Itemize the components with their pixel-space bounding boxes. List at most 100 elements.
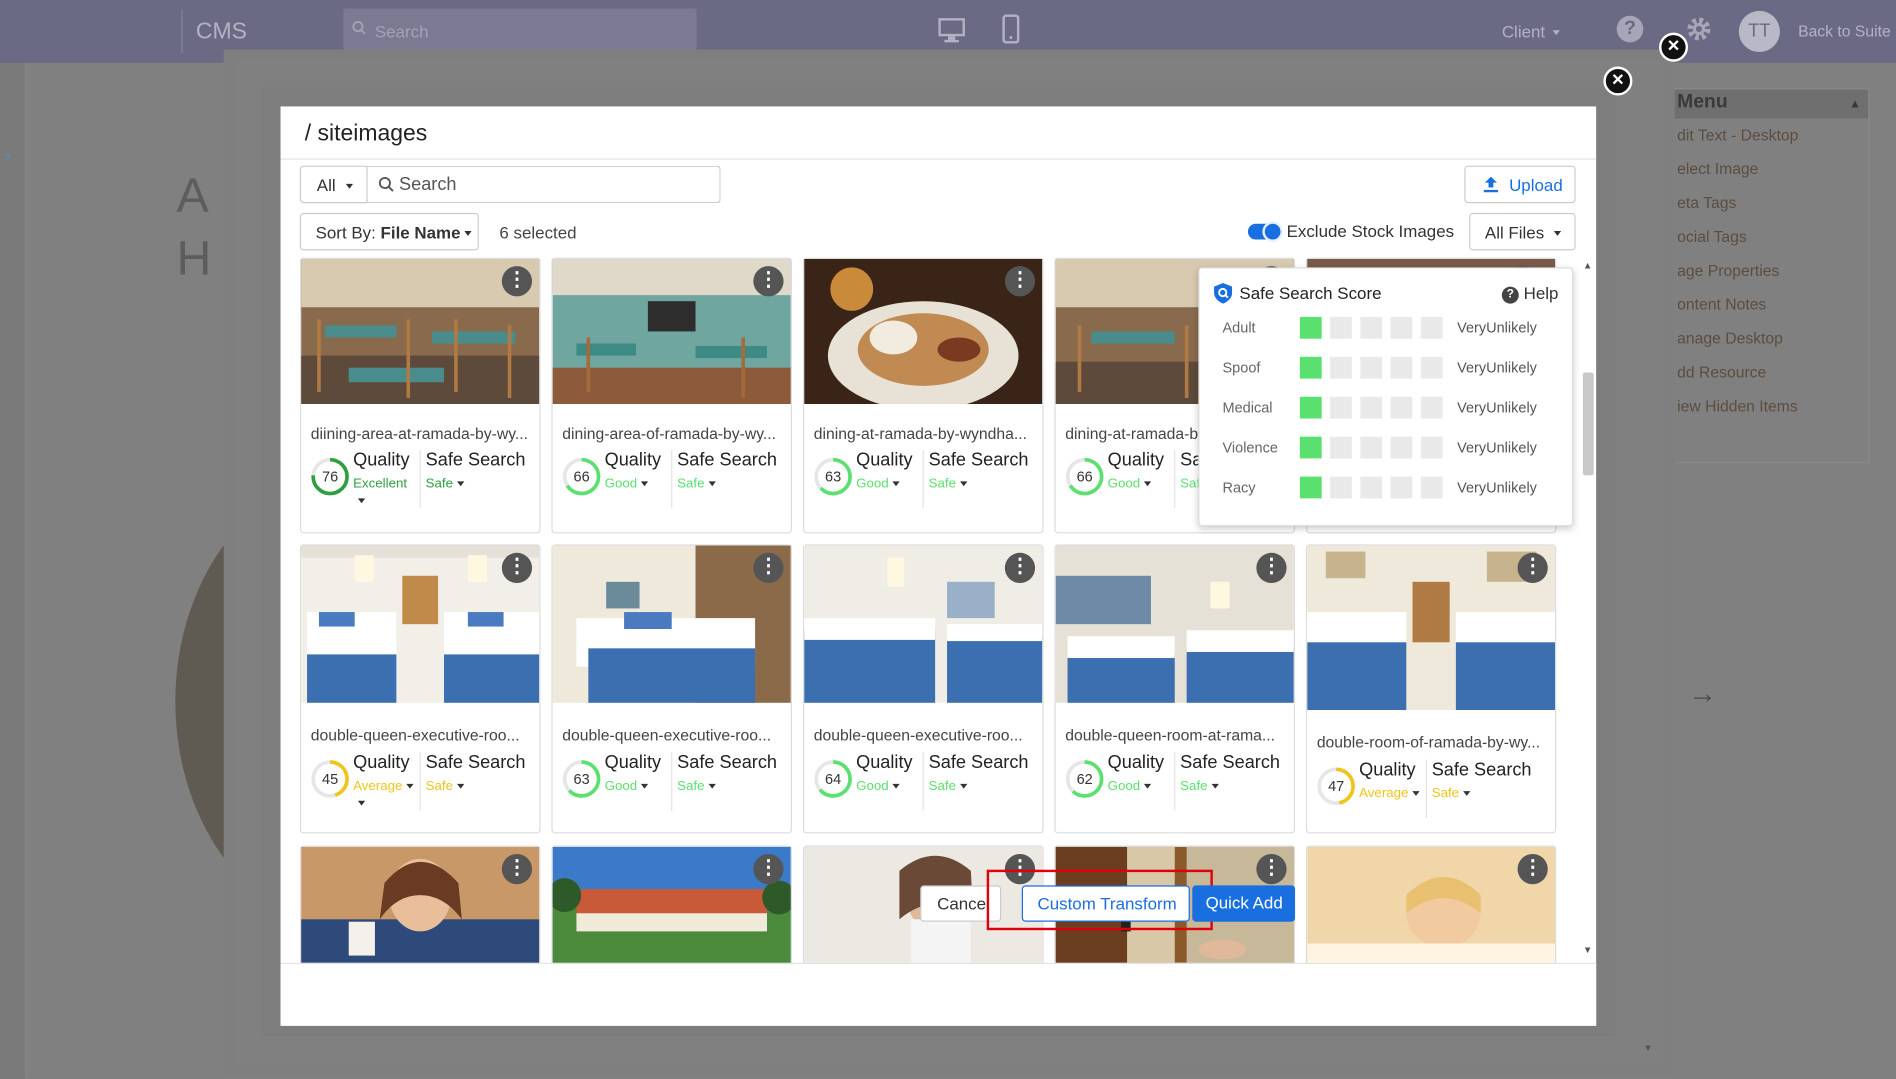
help-icon[interactable]: ?: [1616, 15, 1644, 43]
safe-search-value-dropdown[interactable]: Safe: [1180, 779, 1219, 793]
quality-value-dropdown[interactable]: Good: [1108, 477, 1152, 491]
all-files-dropdown[interactable]: All Files: [1469, 212, 1576, 251]
more-options-icon[interactable]: ⋮: [501, 853, 533, 885]
divider: [1425, 759, 1427, 818]
likelihood-level-cell: [1330, 356, 1352, 379]
chevron-down-icon[interactable]: [357, 498, 366, 504]
safe-search-value-dropdown[interactable]: Safe: [677, 477, 716, 491]
scroll-down-icon[interactable]: ▼: [1583, 945, 1593, 956]
avatar[interactable]: TT: [1738, 10, 1780, 53]
edit-modal-scrollbar[interactable]: ▼: [1642, 60, 1657, 1064]
more-options-icon[interactable]: ⋮: [753, 266, 784, 297]
right-menu-header[interactable]: Menu ▲: [1669, 89, 1869, 119]
client-dropdown[interactable]: Client: [1502, 22, 1560, 41]
quality-value-dropdown[interactable]: Excellent: [353, 477, 407, 492]
image-card[interactable]: ⋮ double-queen-room-at-rama... 62 Quality Go…: [1054, 544, 1296, 834]
quality-score: 62: [1076, 770, 1093, 788]
image-search-input[interactable]: Search: [367, 165, 721, 204]
gear-icon[interactable]: [1686, 16, 1713, 43]
right-menu-item[interactable]: ontent Notes: [1670, 288, 1868, 322]
likelihood-level-cell: [1299, 356, 1322, 379]
close-edit-modal-button[interactable]: ×: [1659, 32, 1689, 62]
image-card[interactable]: ⋮ dining-area-of-ramada-by-wy... 66 Quality…: [551, 257, 793, 534]
safe-search-likelihood: VeryUnlikely: [1457, 399, 1537, 417]
more-options-icon[interactable]: ⋮: [501, 552, 533, 584]
image-card[interactable]: ⋮ double-queen-executive-roo... 63 Quality G…: [551, 544, 793, 834]
safe-search-value-dropdown[interactable]: Safe: [426, 477, 464, 491]
safe-search-value-dropdown[interactable]: Safe: [677, 779, 716, 793]
safe-search-popover: Safe Search Score ? Help Adult VeryUnlikel…: [1198, 267, 1574, 527]
quality-value-dropdown[interactable]: Good: [856, 477, 900, 491]
safe-search-value-dropdown[interactable]: Safe: [1432, 786, 1470, 801]
safe-search-label: Safe Search: [1180, 752, 1281, 773]
quality-score-ring: 47: [1317, 767, 1356, 806]
image-card[interactable]: ⋮ double-queen-executive-roo... 64 Quality G…: [802, 544, 1044, 834]
right-menu-item[interactable]: anage Desktop: [1670, 322, 1868, 356]
more-options-icon[interactable]: ⋮: [753, 853, 784, 885]
grid-scrollbar[interactable]: ▲ ▼: [1580, 258, 1597, 963]
image-card[interactable]: ⋮ dining-at-ramada-by-wyndha... 63 Quality G…: [802, 257, 1044, 534]
right-menu-item[interactable]: elect Image: [1670, 152, 1868, 186]
quick-add-button[interactable]: Quick Add: [1192, 885, 1296, 922]
quality-value-dropdown[interactable]: Average: [353, 779, 414, 793]
quality-value-dropdown[interactable]: Good: [1108, 779, 1152, 793]
image-card[interactable]: ⋮ double-room-of-ramada-by-wy... 47 Quality…: [1305, 544, 1557, 834]
more-options-icon[interactable]: ⋮: [1004, 552, 1036, 584]
quality-score-ring: 66: [1065, 457, 1104, 496]
shield-icon: [1214, 283, 1233, 304]
scroll-up-icon[interactable]: ▲: [1583, 260, 1593, 271]
exclude-stock-toggle[interactable]: [1247, 221, 1283, 242]
scrollbar-thumb[interactable]: [1582, 372, 1594, 476]
all-files-label: All Files: [1484, 222, 1545, 242]
divider: [922, 752, 924, 811]
safe-search-value-dropdown[interactable]: Safe: [426, 779, 464, 793]
help-link[interactable]: ? Help: [1501, 283, 1558, 304]
more-options-icon[interactable]: ⋮: [753, 552, 784, 584]
file-name: dining-area-of-ramada-by-wy...: [562, 424, 777, 443]
right-menu-item[interactable]: ocial Tags: [1670, 220, 1868, 254]
right-menu-item[interactable]: eta Tags: [1670, 186, 1868, 220]
likelihood-level-cell: [1299, 436, 1322, 459]
sort-by-dropdown[interactable]: Sort By: File Name: [299, 212, 479, 251]
safe-search-value-dropdown[interactable]: Safe: [929, 477, 967, 491]
right-menu-item[interactable]: dit Text - Desktop: [1670, 119, 1868, 153]
sort-by-value: File Name: [380, 222, 461, 242]
image-card[interactable]: ⋮: [551, 845, 793, 963]
right-menu-item[interactable]: dd Resource: [1670, 356, 1868, 390]
chevron-right-icon[interactable]: ›: [5, 145, 11, 164]
quality-label: Quality: [604, 752, 662, 773]
safe-search-value-dropdown[interactable]: Safe: [929, 779, 967, 793]
desktop-view-icon[interactable]: [938, 16, 965, 45]
close-picker-button[interactable]: ×: [1603, 66, 1633, 96]
quality-value-dropdown[interactable]: Good: [856, 779, 900, 793]
arrow-right-icon[interactable]: →: [1688, 677, 1717, 711]
filter-all-dropdown[interactable]: All: [299, 165, 368, 204]
quality-value-dropdown[interactable]: Good: [605, 779, 649, 793]
safe-search-category: Medical: [1222, 399, 1273, 417]
image-card[interactable]: ⋮: [299, 845, 541, 963]
quality-value-dropdown[interactable]: Average: [1359, 786, 1420, 801]
more-options-icon[interactable]: ⋮: [1517, 552, 1548, 584]
app-logo[interactable]: CMS: [196, 19, 247, 46]
back-to-suite-link[interactable]: Back to Suite: [1798, 22, 1891, 40]
image-card[interactable]: ⋮ double-queen-executive-roo... 45 Quality A…: [299, 544, 541, 834]
image-scores: 47 Quality Average Safe Search Safe: [1317, 759, 1542, 833]
quality-value-dropdown[interactable]: Good: [605, 477, 649, 491]
mobile-view-icon[interactable]: [1001, 14, 1020, 44]
upload-button[interactable]: Upload: [1464, 165, 1576, 204]
likelihood-level-cell: [1330, 476, 1352, 499]
likelihood-level-cell: [1299, 396, 1322, 419]
right-menu-item[interactable]: iew Hidden Items: [1670, 389, 1868, 423]
right-menu-item[interactable]: age Properties: [1670, 254, 1868, 288]
global-search-input[interactable]: Search: [343, 8, 697, 55]
more-options-icon[interactable]: ⋮: [1004, 266, 1036, 297]
scroll-down-icon[interactable]: ▼: [1643, 1043, 1653, 1054]
chevron-down-icon[interactable]: [357, 800, 366, 806]
image-card[interactable]: ⋮: [1305, 845, 1557, 963]
image-card[interactable]: ⋮ diining-area-at-ramada-by-wy... 76 Qualit…: [299, 257, 541, 534]
more-options-icon[interactable]: ⋮: [1256, 552, 1287, 584]
more-options-icon[interactable]: ⋮: [1517, 853, 1548, 885]
more-options-icon[interactable]: ⋮: [501, 266, 533, 297]
likelihood-level-cell: [1390, 476, 1413, 499]
more-options-icon[interactable]: ⋮: [1256, 853, 1287, 885]
